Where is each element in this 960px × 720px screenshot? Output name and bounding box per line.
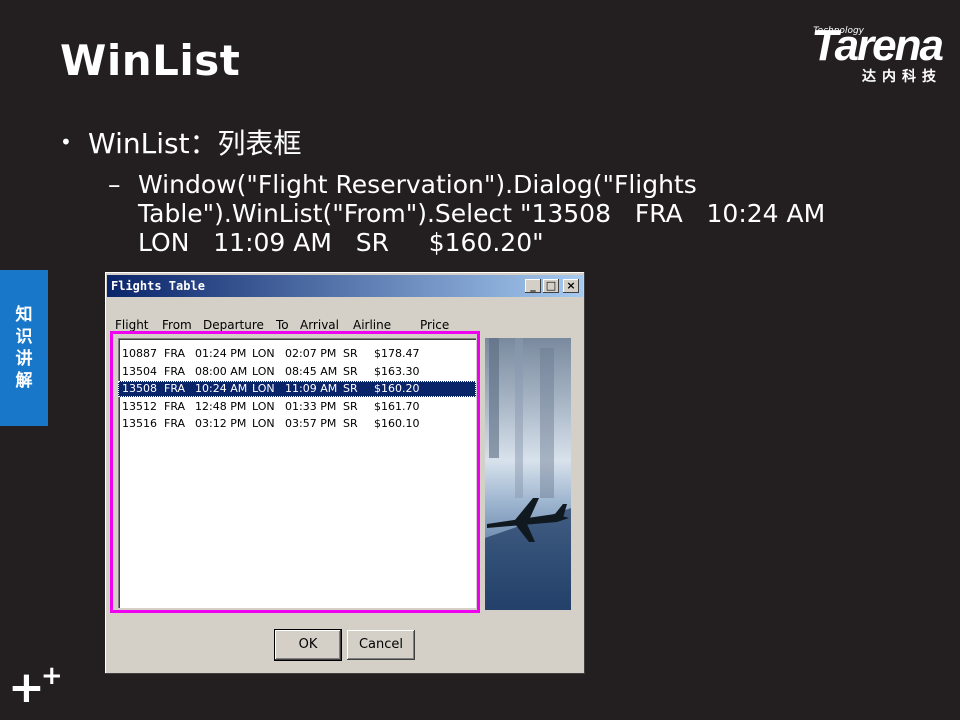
list-cell: SR — [343, 399, 358, 413]
list-cell: LON — [252, 417, 275, 430]
tarena-logo: Technology Tarena 达内科技 — [811, 22, 944, 86]
list-cell: SR — [343, 347, 358, 360]
side-tab-char: 解 — [15, 371, 33, 391]
list-cell: FRA — [164, 382, 186, 395]
cancel-button[interactable]: Cancel — [347, 630, 415, 660]
sub-bullet-dash: – — [108, 170, 121, 199]
dialog-title: Flights Table — [111, 279, 205, 293]
close-button[interactable]: × — [563, 279, 579, 293]
list-cell: 02:07 PM — [285, 347, 337, 360]
flights-list[interactable]: 10887 FRA 01:24 PM LON 02:07 PM SR $178.47 1350… — [118, 338, 476, 608]
list-item[interactable]: 13512 FRA 12:48 PM LON 01:33 PM SR $161.70 — [118, 399, 476, 415]
list-cell: $160.10 — [374, 417, 420, 430]
list-cell: 01:33 PM — [285, 399, 337, 413]
list-cell: 12:48 PM — [195, 399, 247, 413]
list-cell: 13512 — [122, 399, 157, 413]
list-cell: LON — [252, 347, 275, 360]
flights-table-dialog: Flights Table _ □ × Flight From Departur… — [105, 272, 585, 674]
list-cell: $161.70 — [374, 399, 420, 413]
list-cell: 13508 — [122, 382, 157, 395]
list-cell: LON — [252, 382, 275, 395]
list-cell: 13516 — [122, 417, 157, 430]
list-item[interactable]: 10887 FRA 01:24 PM LON 02:07 PM SR $178.47 — [118, 346, 476, 362]
minimize-button[interactable]: _ — [525, 279, 541, 293]
list-cell: LON — [252, 399, 275, 413]
list-cell: $178.47 — [374, 347, 420, 360]
header-from: From — [162, 318, 192, 332]
list-cell: FRA — [164, 347, 186, 360]
header-departure: Departure — [203, 318, 264, 332]
list-cell: 03:12 PM — [195, 417, 247, 430]
list-cell: 08:00 AM — [195, 364, 248, 378]
list-cell: $160.20 — [374, 382, 420, 395]
list-cell: FRA — [164, 364, 186, 378]
list-cell: 03:57 PM — [285, 417, 337, 430]
list-item[interactable]: 13508 FRA 10:24 AM LON 11:09 AM SR $160.20 — [118, 381, 476, 397]
list-cell: 10:24 AM — [195, 382, 248, 395]
header-to: To — [276, 318, 289, 332]
list-item[interactable]: 13504 FRA 08:00 AM LON 08:45 AM SR $163.30 — [118, 364, 476, 380]
airplane-image — [485, 338, 571, 610]
logo-tagline: Technology — [813, 26, 864, 36]
sub-bullet-code: Window("Flight Reservation").Dialog("Fli… — [138, 170, 850, 257]
list-cell: SR — [343, 382, 358, 395]
list-cell: $163.30 — [374, 364, 420, 378]
header-price: Price — [420, 318, 450, 332]
dialog-titlebar[interactable]: Flights Table _ □ × — [107, 275, 583, 297]
list-cell: SR — [343, 364, 358, 378]
list-cell: 10887 — [122, 347, 157, 360]
list-item[interactable]: 13516 FRA 03:12 PM LON 03:57 PM SR $160.10 — [118, 416, 476, 432]
ok-button[interactable]: OK — [274, 629, 342, 661]
header-arrival: Arrival — [300, 318, 339, 332]
side-tab-char: 讲 — [15, 349, 33, 369]
side-tab-char: 知 — [15, 305, 33, 325]
header-airline: Airline — [353, 318, 392, 332]
side-tab-char: 识 — [15, 327, 33, 347]
list-cell: 08:45 AM — [285, 364, 338, 378]
header-flight: Flight — [115, 318, 149, 332]
list-cell: FRA — [164, 417, 186, 430]
list-cell: SR — [343, 417, 358, 430]
list-cell: 13504 — [122, 364, 157, 378]
list-cell: LON — [252, 364, 275, 378]
list-cell: FRA — [164, 399, 186, 413]
bullet-text: WinList：列表框 — [88, 127, 302, 160]
bullet-item: • WinList：列表框 — [60, 122, 302, 162]
bullet-dot-icon: • — [60, 130, 72, 154]
list-cell: 01:24 PM — [195, 347, 247, 360]
sub-bullet: – Window("Flight Reservation").Dialog("F… — [108, 170, 838, 257]
slide-title: WinList — [60, 36, 241, 85]
maximize-button[interactable]: □ — [543, 279, 559, 293]
side-tab-knowledge: 知 识 讲 解 — [0, 270, 48, 426]
list-cell: 11:09 AM — [285, 382, 338, 395]
plus-logo-icon: ++ — [8, 661, 63, 713]
